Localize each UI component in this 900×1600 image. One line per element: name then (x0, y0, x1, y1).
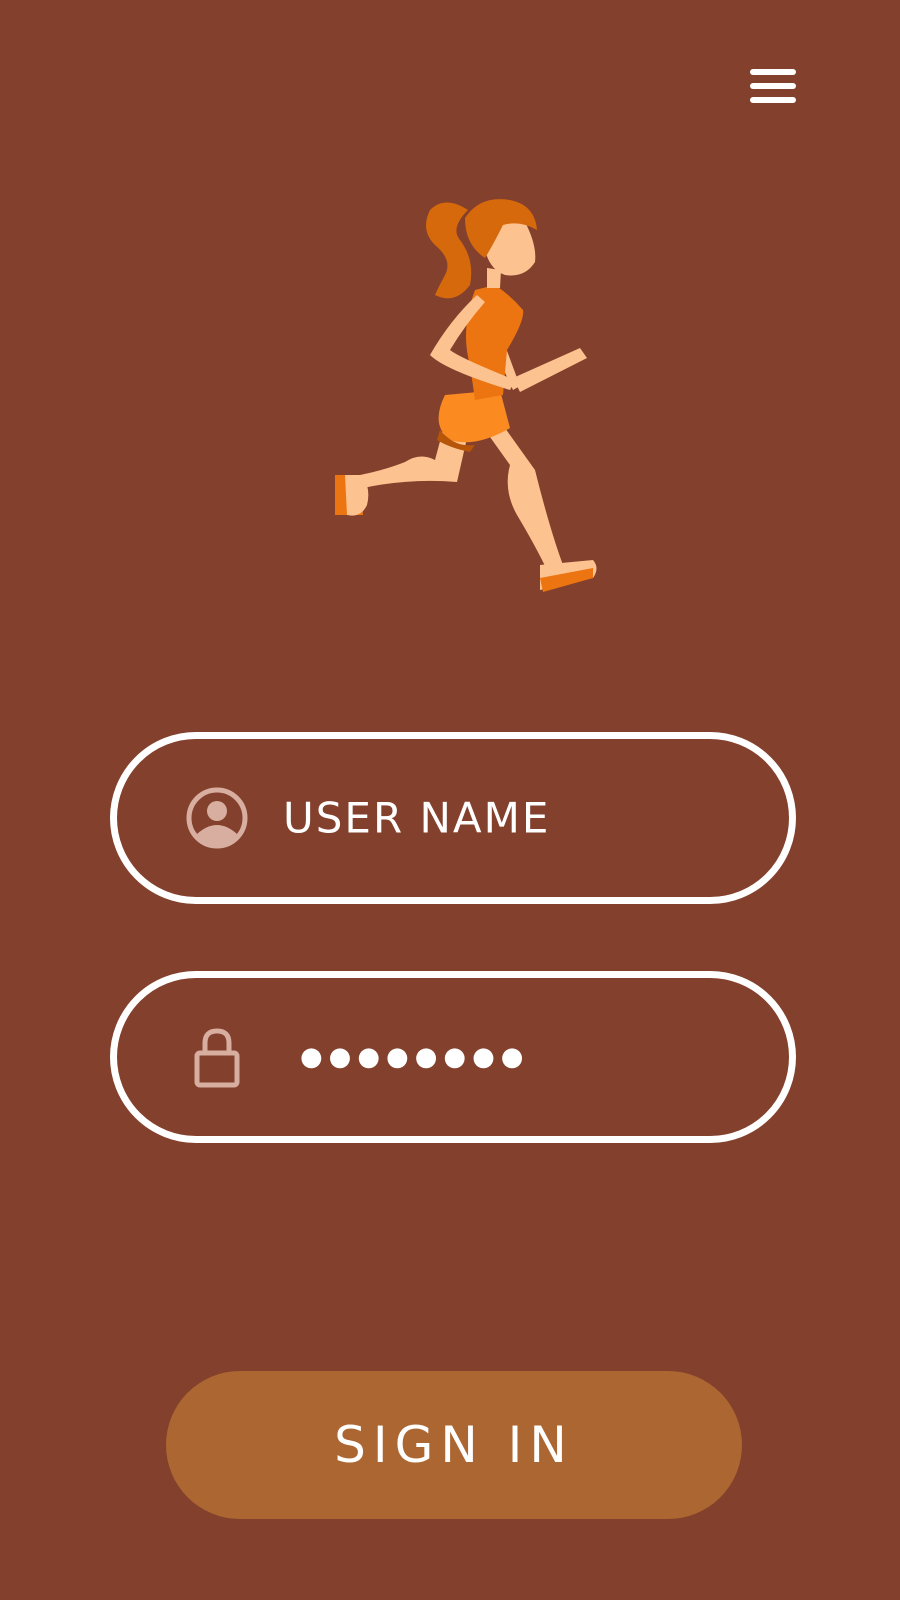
menu-bar (750, 97, 796, 103)
lock-icon (194, 1028, 240, 1088)
running-woman-illustration (335, 199, 597, 592)
username-placeholder: USER NAME (283, 793, 551, 843)
sign-in-label: SIGN IN (334, 1416, 574, 1474)
username-field[interactable]: USER NAME (110, 732, 796, 904)
sign-in-button[interactable]: SIGN IN (166, 1371, 742, 1519)
password-field[interactable]: ●●●●●●●● (110, 971, 796, 1143)
user-icon (186, 787, 248, 849)
password-masked-value: ●●●●●●●● (300, 1042, 530, 1072)
menu-bar (750, 83, 796, 89)
menu-bar (750, 69, 796, 75)
hamburger-menu-button[interactable] (745, 63, 801, 109)
login-screen: USER NAME ●●●●●●●● SIGN IN (0, 0, 900, 1600)
